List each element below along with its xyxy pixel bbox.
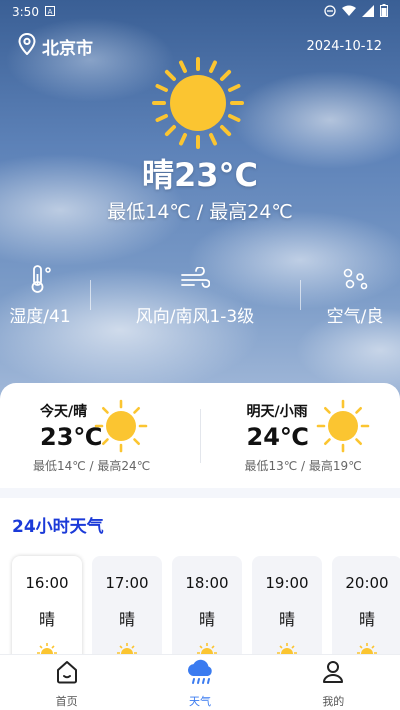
hourly-time: 16:00 (25, 574, 69, 592)
hourly-item[interactable]: 18:00 晴 (172, 556, 242, 666)
location[interactable]: 北京市 (18, 32, 93, 60)
status-time: 3:50 (12, 5, 39, 19)
air-drops-icon (340, 262, 370, 296)
tab-profile-label: 我的 (322, 695, 345, 708)
date: 2024-10-12 (306, 38, 382, 54)
forecast-tomorrow[interactable]: 明天/小雨 24℃ 最低13℃ / 最高19℃ (201, 383, 400, 488)
hourly-time: 17:00 (105, 574, 149, 592)
metric-air: 空气/良 (310, 262, 400, 332)
hourly-title: 24小时天气 (12, 517, 104, 537)
tab-home[interactable]: 首页 (27, 655, 107, 709)
hourly-section: 24小时天气 16:00 晴 17:00 晴 18:00 晴 19:00 晴 2… (0, 498, 400, 666)
hourly-list[interactable]: 16:00 晴 17:00 晴 18:00 晴 19:00 晴 20:00 晴 (12, 556, 400, 666)
tab-weather-label: 天气 (188, 695, 211, 708)
city-name: 北京市 (42, 38, 93, 59)
current-range: 最低14℃ / 最高24℃ (107, 201, 293, 223)
hourly-condition: 晴 (278, 610, 295, 629)
tab-home-label: 首页 (55, 695, 78, 708)
hourly-time: 20:00 (345, 574, 389, 592)
hourly-condition: 晴 (358, 610, 375, 629)
sun-icon (150, 55, 246, 151)
rain-cloud-icon (185, 657, 215, 687)
thermometer-icon (27, 262, 53, 296)
current-condition-temp: 晴23°C (141, 156, 259, 194)
metric-divider (299, 280, 301, 310)
wifi-icon (342, 5, 356, 20)
metric-humidity: 湿度/41 (0, 262, 80, 332)
forecast-today[interactable]: 今天/晴 23℃ 最低14℃ / 最高24℃ (0, 383, 200, 488)
svg-text:A: A (48, 8, 53, 16)
bottom-tab-bar: 首页 天气 我的 (0, 654, 400, 710)
forecast-card: 今天/晴 23℃ 最低14℃ / 最高24℃ 明天/小雨 24℃ 最低13℃ /… (0, 383, 400, 488)
forecast-tomorrow-temp: 24℃ (246, 423, 309, 451)
metric-humidity-label: 湿度/41 (9, 307, 71, 327)
status-bar: 3:50 A (0, 0, 400, 24)
hourly-condition: 晴 (38, 610, 55, 629)
hourly-time: 19:00 (265, 574, 309, 592)
hourly-time: 18:00 (185, 574, 229, 592)
metrics-row: 湿度/41 风向/南风1-3级 空气/良 (0, 262, 400, 332)
metric-wind-label: 风向/南风1-3级 (135, 307, 255, 327)
sun-icon (94, 399, 148, 453)
hourly-item[interactable]: 16:00 晴 (12, 556, 82, 666)
tab-profile[interactable]: 我的 (293, 655, 373, 709)
metric-air-label: 空气/良 (326, 307, 384, 327)
wind-icon (180, 262, 210, 296)
signal-icon (362, 4, 374, 20)
notification-a-icon: A (44, 5, 55, 19)
hourly-item[interactable]: 19:00 晴 (252, 556, 322, 666)
hourly-condition: 晴 (118, 610, 135, 629)
forecast-tomorrow-title: 明天/小雨 (246, 404, 308, 420)
location-pin-icon (18, 32, 36, 60)
dnd-icon (324, 4, 336, 20)
metric-wind: 风向/南风1-3级 (100, 262, 290, 332)
user-icon (320, 657, 346, 687)
hourly-item[interactable]: 20:00 晴 (332, 556, 400, 666)
metric-divider (89, 280, 91, 310)
forecast-today-range: 最低14℃ / 最高24℃ (33, 459, 151, 473)
hourly-item[interactable]: 17:00 晴 (92, 556, 162, 666)
home-icon (54, 657, 80, 687)
tab-weather[interactable]: 天气 (160, 655, 240, 709)
forecast-tomorrow-range: 最低13℃ / 最高19℃ (244, 459, 362, 473)
forecast-today-title: 今天/晴 (40, 404, 88, 420)
battery-icon (380, 4, 388, 20)
hourly-condition: 晴 (198, 610, 215, 629)
sun-icon (316, 399, 370, 453)
